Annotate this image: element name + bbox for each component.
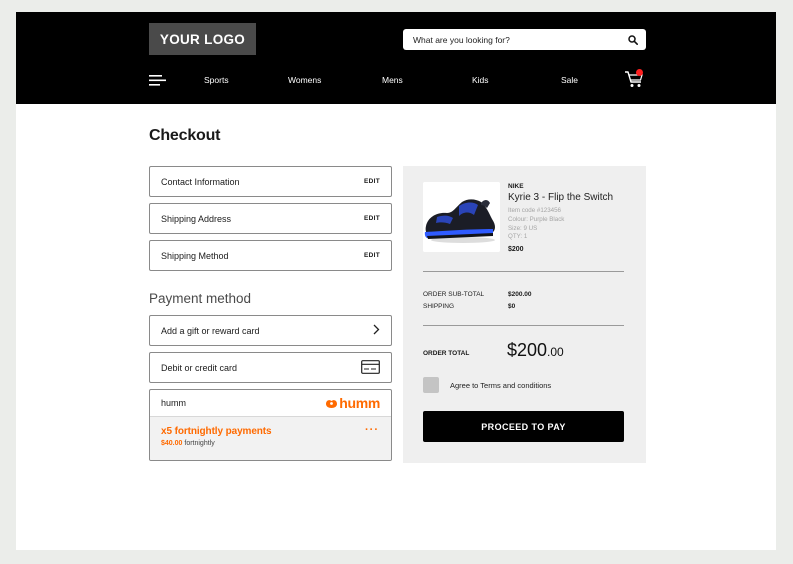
credit-card-icon bbox=[361, 359, 380, 376]
step-shipping-address: Shipping Address EDIT bbox=[149, 203, 392, 234]
product-qty: QTY: 1 bbox=[508, 233, 528, 241]
humm-subline: $40.00 fortnightly bbox=[161, 440, 380, 447]
edit-contact-button[interactable]: EDIT bbox=[364, 178, 380, 185]
subtotal-label: ORDER SUB-TOTAL bbox=[423, 291, 485, 298]
order-total-value: $200.00 bbox=[507, 340, 564, 361]
nav-sale[interactable]: Sale bbox=[561, 75, 578, 85]
step-shipping-method: Shipping Method EDIT bbox=[149, 240, 392, 271]
product-brand: NIKE bbox=[508, 183, 524, 190]
product-item-code: Item code #123456 bbox=[508, 207, 561, 214]
humm-logo: humm bbox=[325, 395, 380, 411]
page-frame: YOUR LOGO Sports Womens Mens Kids Sale C… bbox=[16, 12, 776, 550]
order-total-dollars: $200 bbox=[507, 340, 548, 360]
nav-mens[interactable]: Mens bbox=[382, 75, 403, 85]
humm-headline: x5 fortnightly payments bbox=[161, 426, 272, 437]
chevron-right-icon bbox=[372, 324, 380, 337]
divider bbox=[423, 271, 624, 272]
search-bar bbox=[403, 29, 646, 50]
divider bbox=[423, 325, 624, 326]
step-label: Shipping Method bbox=[161, 250, 229, 261]
cart-badge bbox=[636, 69, 643, 76]
subtotal-value: $200.00 bbox=[508, 291, 532, 298]
payment-method-heading: Payment method bbox=[149, 291, 252, 306]
order-total-cents: .00 bbox=[547, 345, 564, 359]
terms-label: Agree to Terms and conditions bbox=[450, 381, 552, 390]
site-header: YOUR LOGO Sports Womens Mens Kids Sale bbox=[16, 12, 776, 104]
page-title: Checkout bbox=[149, 127, 221, 144]
humm-header: humm humm bbox=[150, 390, 391, 417]
step-contact-information: Contact Information EDIT bbox=[149, 166, 392, 197]
product-size: Size: 9 US bbox=[508, 224, 538, 232]
option-label: Add a gift or reward card bbox=[161, 325, 260, 336]
site-logo[interactable]: YOUR LOGO bbox=[149, 23, 256, 55]
product-price: $200 bbox=[508, 246, 524, 253]
shipping-value: $0 bbox=[508, 303, 516, 310]
option-label: Debit or credit card bbox=[161, 362, 238, 373]
gift-card-option[interactable]: Add a gift or reward card bbox=[149, 315, 392, 346]
nav-womens[interactable]: Womens bbox=[288, 75, 321, 85]
order-summary: NIKE Kyrie 3 - Flip the Switch Item code… bbox=[403, 166, 646, 463]
edit-shipping-method-button[interactable]: EDIT bbox=[364, 252, 380, 259]
humm-period: fortnightly bbox=[184, 440, 215, 447]
nav-kids[interactable]: Kids bbox=[472, 75, 489, 85]
card-option[interactable]: Debit or credit card bbox=[149, 352, 392, 383]
order-total-label: ORDER TOTAL bbox=[423, 350, 470, 357]
step-label: Contact Information bbox=[161, 176, 240, 187]
humm-amount: $40.00 bbox=[161, 440, 183, 447]
nav-sports[interactable]: Sports bbox=[204, 75, 229, 85]
hamburger-menu-icon[interactable] bbox=[149, 74, 167, 87]
product-colour: Colour: Purple Black bbox=[508, 215, 565, 223]
more-options-icon[interactable]: ··· bbox=[365, 424, 379, 436]
product-details: Item code #123456 Colour: Purple Black S… bbox=[508, 207, 564, 242]
search-input[interactable] bbox=[413, 34, 627, 45]
terms-checkbox[interactable] bbox=[423, 377, 439, 393]
search-icon[interactable] bbox=[627, 34, 638, 45]
step-label: Shipping Address bbox=[161, 213, 232, 224]
humm-logo-text: humm bbox=[339, 395, 380, 411]
humm-details: x5 fortnightly payments $40.00 fortnight… bbox=[150, 417, 391, 460]
proceed-to-pay-button[interactable]: PROCEED TO PAY bbox=[423, 411, 624, 442]
product-image bbox=[423, 182, 500, 252]
edit-shipping-address-button[interactable]: EDIT bbox=[364, 215, 380, 222]
humm-option[interactable]: humm humm x5 fortnightly payments $40.00… bbox=[149, 389, 392, 461]
humm-label: humm bbox=[161, 398, 187, 408]
product-name: Kyrie 3 - Flip the Switch bbox=[508, 192, 614, 203]
shipping-label: SHIPPING bbox=[423, 303, 455, 310]
